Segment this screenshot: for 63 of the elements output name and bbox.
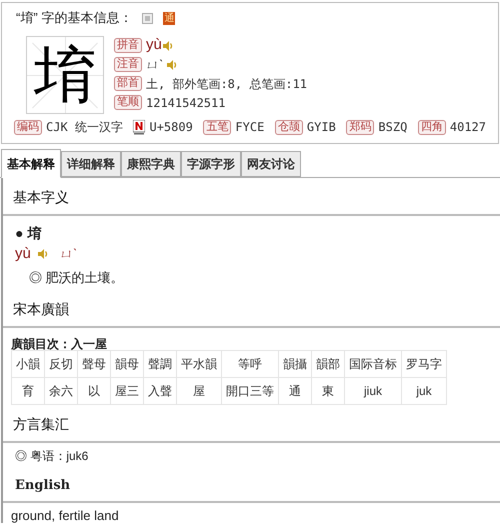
table-header: 聲調 [144, 350, 176, 378]
field-label: 部首 [114, 76, 142, 91]
tab[interactable]: 网友讨论 [241, 151, 301, 177]
page-title: “堉” 字的基本信息： [16, 9, 132, 28]
speaker-icon[interactable] [36, 248, 48, 260]
tab[interactable]: 基本解释 [1, 149, 61, 178]
tab[interactable]: 康熙字典 [121, 151, 181, 177]
table-cell: 通 [278, 378, 312, 404]
code-value: U+5809 [149, 119, 193, 136]
table-header: 反切 [44, 350, 78, 378]
unicode-logo-icon [133, 120, 146, 134]
table-cell: 余六 [44, 378, 78, 404]
field-label: 拼音 [114, 38, 142, 53]
field-label: 仓颉 [274, 120, 303, 134]
table-cell: 以 [78, 378, 110, 404]
table-header: 罗马字 [402, 350, 446, 378]
definition-text: ◎ 肥沃的土壤。 [29, 269, 124, 288]
table-cell: 開口三等 [222, 378, 278, 404]
code-value: BSZQ [378, 119, 408, 136]
table-header: 平水韻 [176, 350, 222, 378]
table-cell: 育 [12, 378, 44, 404]
field-label: 郑码 [346, 120, 374, 134]
field-label: 编码 [14, 120, 42, 134]
pinyin-text: yù [15, 244, 31, 264]
section-heading: 方言集汇 [13, 416, 69, 432]
table-header: 韻攝 [278, 350, 312, 378]
field-label: 四角 [418, 120, 446, 134]
table-cell: 東 [312, 378, 344, 404]
code-value: GYIB [306, 119, 336, 136]
dialect-entry: ◎ 粤语：juk6 [15, 448, 88, 465]
section-heading: 宋本廣韻 [13, 301, 69, 317]
code-value: 40127 [450, 119, 486, 136]
english-text: ground, fertile land [11, 508, 119, 523]
catalog-text: 廣韻目次：入一屋 [11, 337, 107, 351]
table-cell: 屋三 [110, 378, 144, 404]
section-heading: English [15, 478, 70, 493]
table-header: 聲母 [78, 350, 110, 378]
field-label: 笔顺 [114, 95, 142, 110]
tab[interactable]: 字源字形 [181, 151, 241, 177]
character: 堉 [34, 44, 96, 106]
table-cell: 屋 [176, 378, 222, 404]
table-cell: 入聲 [144, 378, 176, 404]
field-label: 注音 [114, 57, 142, 72]
field-value: 土, 部外笔画:8, 总笔画:11 [146, 76, 308, 92]
table-cell: jiuk [344, 378, 402, 404]
field-value: 12141542511 [146, 94, 226, 112]
table-header: 韻部 [312, 350, 344, 378]
speaker-icon[interactable] [162, 40, 173, 52]
zhuyin-text: ㄩˋ [60, 245, 78, 264]
pinyin-text: yù [146, 35, 162, 56]
table-header: 等呼 [222, 350, 278, 378]
zhuyin-text: ㄩˋ [146, 56, 164, 74]
table-header: 国际音标 [344, 350, 402, 378]
code-value: CJK 统一汉字 [46, 119, 123, 136]
field-label: 五笔 [203, 120, 232, 134]
tab[interactable]: 详细解释 [61, 151, 121, 177]
entry-heading: ● 堉 [15, 225, 42, 241]
code-value: FYCE [235, 119, 264, 136]
table-cell: juk [402, 378, 446, 404]
speaker-icon[interactable] [166, 58, 178, 70]
section-heading: 基本字义 [13, 189, 69, 205]
table-header: 小韻 [12, 350, 44, 378]
table-header: 韻母 [110, 350, 144, 378]
